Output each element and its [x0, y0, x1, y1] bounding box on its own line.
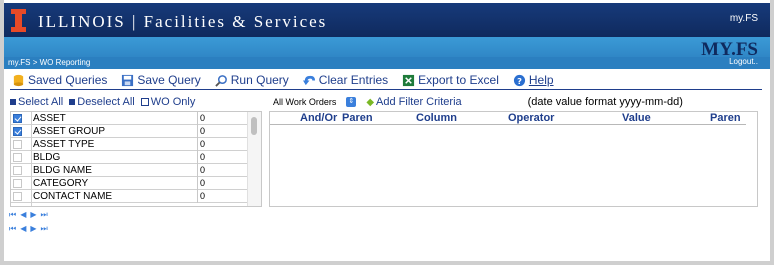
- column-value: 0: [197, 190, 247, 203]
- next-page-icon[interactable]: ▶: [30, 210, 36, 220]
- value-header: Value: [622, 112, 651, 124]
- prev-page-icon[interactable]: ◀: [20, 210, 26, 220]
- database-icon: [13, 74, 24, 86]
- add-filter-criteria-button[interactable]: ◆ Add Filter Criteria: [366, 96, 461, 108]
- undo-arrow-icon: [302, 75, 315, 85]
- help-icon: ?: [513, 74, 525, 86]
- column-value: 0: [197, 151, 247, 164]
- pager-bottom: ⏮ ◀ ▶ ⏭: [9, 224, 48, 234]
- column-checkbox[interactable]: [13, 127, 22, 136]
- column-value: 0: [197, 164, 247, 177]
- column-value: 0: [197, 112, 247, 125]
- column-header: Column: [416, 112, 457, 124]
- column-name: CONTACT NAME: [33, 191, 113, 202]
- top-banner: ILLINOIS | Facilities & Services my.FS: [4, 3, 770, 37]
- logout-link[interactable]: Logout..: [729, 57, 758, 66]
- work-order-type-select[interactable]: All Work Orders: [273, 97, 336, 107]
- deselect-all-label: Deselect All: [77, 96, 135, 108]
- svg-text:?: ?: [517, 75, 522, 85]
- diamond-plus-icon: ◆: [366, 96, 375, 108]
- select-arrows-icon[interactable]: ⇕: [346, 97, 357, 107]
- export-excel-button[interactable]: Export to Excel: [402, 72, 499, 88]
- list-item: BLDG NAME 0: [11, 164, 247, 177]
- breadcrumb-bar: my.FS > WO Reporting Logout..: [4, 57, 770, 69]
- column-name: BLDG: [33, 152, 61, 163]
- column-name: BLDG NAME: [33, 165, 92, 176]
- select-all-button[interactable]: Select All: [10, 96, 63, 108]
- top-myfs-link[interactable]: my.FS: [730, 13, 758, 24]
- column-name: ASSET: [33, 113, 66, 124]
- column-checkbox[interactable]: [13, 179, 22, 188]
- scroll-thumb[interactable]: [251, 117, 257, 135]
- first-page-icon[interactable]: ⏮: [9, 210, 16, 220]
- list-item: ASSET 0: [11, 112, 247, 125]
- select-all-label: Select All: [18, 96, 64, 108]
- and-or-header: And/Or: [300, 112, 338, 124]
- paren-header-2: Paren: [710, 112, 741, 124]
- column-value: 0: [197, 138, 247, 151]
- brand-title: ILLINOIS | Facilities & Services: [38, 12, 328, 31]
- column-checkbox[interactable]: [13, 166, 22, 175]
- toolbar: Saved Queries Save Query Run Query Clear…: [12, 72, 554, 88]
- wo-only-button[interactable]: WO Only: [140, 96, 196, 108]
- column-checkbox[interactable]: [13, 192, 22, 201]
- run-query-button[interactable]: Run Query: [215, 72, 289, 88]
- list-item: CATEGORY 0: [11, 177, 247, 190]
- operator-header: Operator: [508, 112, 555, 124]
- export-excel-label: Export to Excel: [418, 73, 499, 87]
- clear-entries-button[interactable]: Clear Entries: [302, 72, 389, 88]
- breadcrumb[interactable]: my.FS > WO Reporting: [8, 58, 90, 67]
- filter-row: All Work Orders ⇕ ◆ Add Filter Criteria …: [273, 96, 683, 108]
- next-page-icon[interactable]: ▶: [30, 224, 36, 234]
- square-icon: [69, 99, 76, 105]
- add-filter-label: Add Filter Criteria: [376, 96, 462, 108]
- list-item: ASSET GROUP 0: [11, 125, 247, 138]
- list-item: CONTACT NAME 0: [11, 190, 247, 203]
- checkbox-icon: [140, 98, 149, 106]
- grid-header: And/Or Paren Column Operator Value Paren: [270, 112, 746, 125]
- column-name: ASSET TYPE: [33, 139, 95, 150]
- prev-page-icon[interactable]: ◀: [20, 224, 26, 234]
- filter-grid: And/Or Paren Column Operator Value Paren: [269, 111, 758, 207]
- saved-queries-button[interactable]: Saved Queries: [12, 72, 107, 88]
- illinois-logo-icon: [11, 9, 26, 32]
- column-value: 0: [197, 125, 247, 138]
- list-item: BLDG 0: [11, 151, 247, 164]
- date-format-note: (date value format yyyy-mm-dd): [527, 96, 683, 108]
- help-link[interactable]: ? Help: [513, 72, 554, 88]
- clear-entries-label: Clear Entries: [318, 73, 389, 87]
- list-item: ASSET TYPE 0: [11, 138, 247, 151]
- selection-actions: Select All Deselect All WO Only: [10, 96, 195, 108]
- last-page-icon[interactable]: ⏭: [41, 224, 48, 234]
- deselect-all-button[interactable]: Deselect All: [69, 96, 135, 108]
- floppy-disk-icon: [122, 74, 134, 86]
- saved-queries-label: Saved Queries: [28, 73, 108, 87]
- save-query-label: Save Query: [137, 73, 201, 87]
- pager-top: ⏮ ◀ ▶ ⏭: [9, 210, 48, 220]
- list-scrollbar[interactable]: [247, 112, 261, 206]
- column-name: CATEGORY: [33, 178, 89, 189]
- first-page-icon[interactable]: ⏮: [9, 224, 16, 234]
- excel-icon: [403, 74, 415, 86]
- toolbar-divider: [10, 89, 762, 90]
- magnifier-icon: [215, 74, 227, 87]
- column-checkbox[interactable]: [13, 153, 22, 162]
- column-value: 0: [197, 177, 247, 190]
- paren-header: Paren: [342, 112, 373, 124]
- save-query-button[interactable]: Save Query: [121, 72, 201, 88]
- wo-only-label: WO Only: [150, 96, 196, 108]
- last-page-icon[interactable]: ⏭: [41, 210, 48, 220]
- column-checkbox[interactable]: [13, 140, 22, 149]
- columns-list: ASSET 0 ASSET GROUP 0 ASSET TYPE 0 BLDG …: [10, 111, 262, 207]
- help-label: Help: [528, 73, 554, 87]
- column-name: ASSET GROUP: [33, 126, 106, 137]
- run-query-label: Run Query: [230, 73, 289, 87]
- square-icon: [10, 99, 16, 105]
- column-checkbox[interactable]: [13, 114, 22, 123]
